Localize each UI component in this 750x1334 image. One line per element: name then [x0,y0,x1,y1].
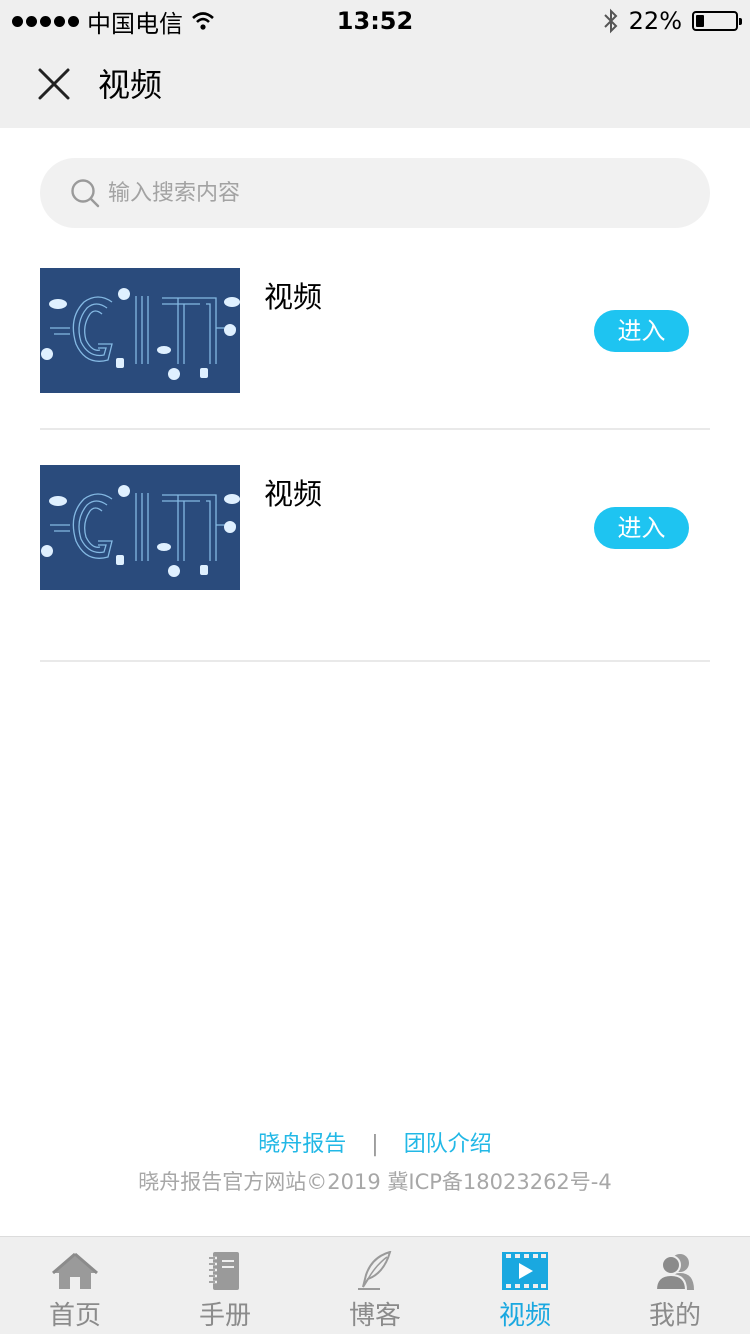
bluetooth-icon [603,8,618,34]
user-icon [654,1254,694,1291]
tab-label: 视频 [498,1301,551,1331]
tab-manual[interactable]: 手册 [150,1237,300,1334]
footer-separator: | [371,1132,379,1157]
video-icon [502,1252,548,1290]
battery-percent: 22% [628,7,682,35]
home-icon [52,1252,98,1289]
status-bar: 中国电信 13:52 22% [0,0,750,42]
footer-link-report[interactable]: 晓舟报告 [258,1132,346,1157]
footer-copyright: 晓舟报告官方网站©2019 冀ICP备18023262号-4 [138,1170,612,1194]
tab-profile[interactable]: 我的 [600,1237,750,1334]
search-input[interactable] [108,158,688,228]
battery-icon [692,11,742,31]
enter-button[interactable]: 进入 [594,507,689,549]
search-bar[interactable] [40,158,710,228]
item-title[interactable]: 视频 [264,471,322,513]
video-thumbnail[interactable] [40,465,240,590]
close-icon[interactable] [36,66,72,102]
item-title[interactable]: 视频 [264,274,322,316]
footer-links: 晓舟报告 | 团队介绍 [0,1126,750,1158]
tab-label: 博客 [348,1301,401,1331]
enter-button[interactable]: 进入 [594,310,689,352]
tab-label: 首页 [48,1301,101,1331]
battery-level [696,15,705,27]
tab-label: 我的 [648,1301,701,1331]
git-artwork-icon [40,465,240,590]
tab-video[interactable]: 视频 [450,1237,600,1334]
tab-bar: 首页 手册 博客 视频 我的 [0,1236,750,1334]
tab-home[interactable]: 首页 [0,1237,150,1334]
tab-blog[interactable]: 博客 [300,1237,450,1334]
tab-label: 手册 [198,1301,251,1331]
video-thumbnail[interactable] [40,268,240,393]
footer-link-team[interactable]: 团队介绍 [404,1132,492,1157]
notebook-icon [209,1252,239,1290]
list-item: 视频 进入 [40,268,710,430]
video-list: 视频 进入 视频 进入 [40,268,710,662]
page-title: 视频 [98,66,163,104]
nav-bar: 视频 [0,42,750,128]
quill-icon [358,1251,392,1290]
search-icon [71,179,100,208]
list-item: 视频 进入 [40,465,710,662]
git-artwork-icon [40,268,240,393]
